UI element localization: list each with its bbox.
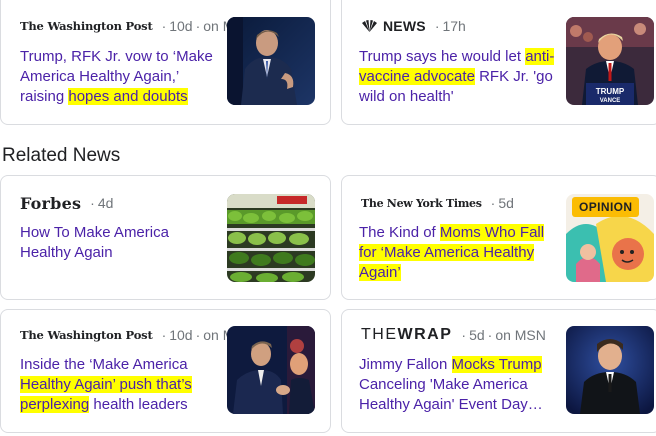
news-age: 5d [469, 327, 485, 343]
the-wrap-logo: THE WRAP [361, 326, 453, 343]
nbc-news-logo: NEWS [361, 18, 426, 34]
highlighted-text: Mocks Trump [451, 356, 542, 373]
news-headline[interactable]: Inside the ‘Make America Healthy Again’ … [20, 355, 215, 415]
news-meta: · 5d [490, 195, 514, 211]
news-source: The Washington Post ·10d·on MSN [20, 16, 254, 36]
news-age: 4d [97, 195, 114, 211]
trump-rally-photo[interactable]: TRUMP VANCE [566, 17, 654, 105]
washington-post-logo: The Washington Post [20, 328, 153, 342]
news-source: THE WRAP · 5d · on MSN [361, 325, 546, 345]
news-headline[interactable]: How To Make America Healthy Again [20, 223, 215, 263]
news-source: NEWS · 17h [361, 16, 466, 36]
news-card-wapo-rfk[interactable]: The Washington Post ·10d·on MSN Trump, R… [0, 0, 331, 125]
news-meta: · 17h [434, 18, 466, 34]
news-source: The Washington Post ·10d·on MSN [20, 325, 254, 345]
news-source: The New York Times · 5d [361, 193, 514, 213]
news-via: on MSN [495, 327, 546, 343]
news-card-forbes[interactable]: Forbes · 4d How To Make America Healthy A… [0, 175, 331, 300]
news-card-nyt[interactable]: The New York Times · 5d The Kind of Moms … [341, 175, 656, 300]
news-headline[interactable]: Trump says he would let anti-vaccine adv… [359, 47, 559, 107]
washington-post-logo: The Washington Post [20, 19, 153, 33]
news-age: 10d [169, 18, 193, 34]
illustration-moms[interactable]: OPINION [566, 194, 654, 282]
sign-text: TRUMP [596, 87, 625, 96]
news-card-thewrap[interactable]: THE WRAP · 5d · on MSN Jimmy Fallon Mocks Tr… [341, 309, 656, 433]
news-age: 5d [498, 195, 514, 211]
section-title-related-news: Related News [2, 145, 121, 166]
jimmy-fallon-photo[interactable] [566, 326, 654, 414]
trump-rfk-handshake-photo[interactable] [227, 326, 315, 414]
news-headline[interactable]: The Kind of Moms Who Fall for ‘Make Amer… [359, 223, 559, 283]
highlighted-text: hopes and doubts [68, 88, 188, 105]
news-age: 17h [442, 18, 466, 34]
news-headline[interactable]: Trump, RFK Jr. vow to ‘Make America Heal… [20, 47, 215, 107]
sign-text: VANCE [600, 98, 621, 104]
rfk-speaking-photo[interactable] [227, 17, 315, 105]
news-source: Forbes · 4d [20, 193, 113, 213]
grocery-produce-photo[interactable] [227, 194, 315, 282]
news-card-nbc-trump[interactable]: NEWS · 17h Trump says he would let anti-v… [341, 0, 656, 125]
forbes-logo: Forbes [20, 193, 82, 213]
news-headline[interactable]: Jimmy Fallon Mocks Trump Canceling 'Make… [359, 355, 559, 415]
peacock-icon [362, 20, 377, 32]
news-meta: · 5d · on MSN [461, 327, 546, 343]
nyt-logo: The New York Times [361, 196, 482, 210]
news-meta: · 4d [90, 195, 114, 211]
news-card-wapo-maha[interactable]: The Washington Post ·10d·on MSN Inside t… [0, 309, 331, 433]
news-age: 10d [169, 327, 193, 343]
opinion-badge: OPINION [572, 197, 640, 217]
